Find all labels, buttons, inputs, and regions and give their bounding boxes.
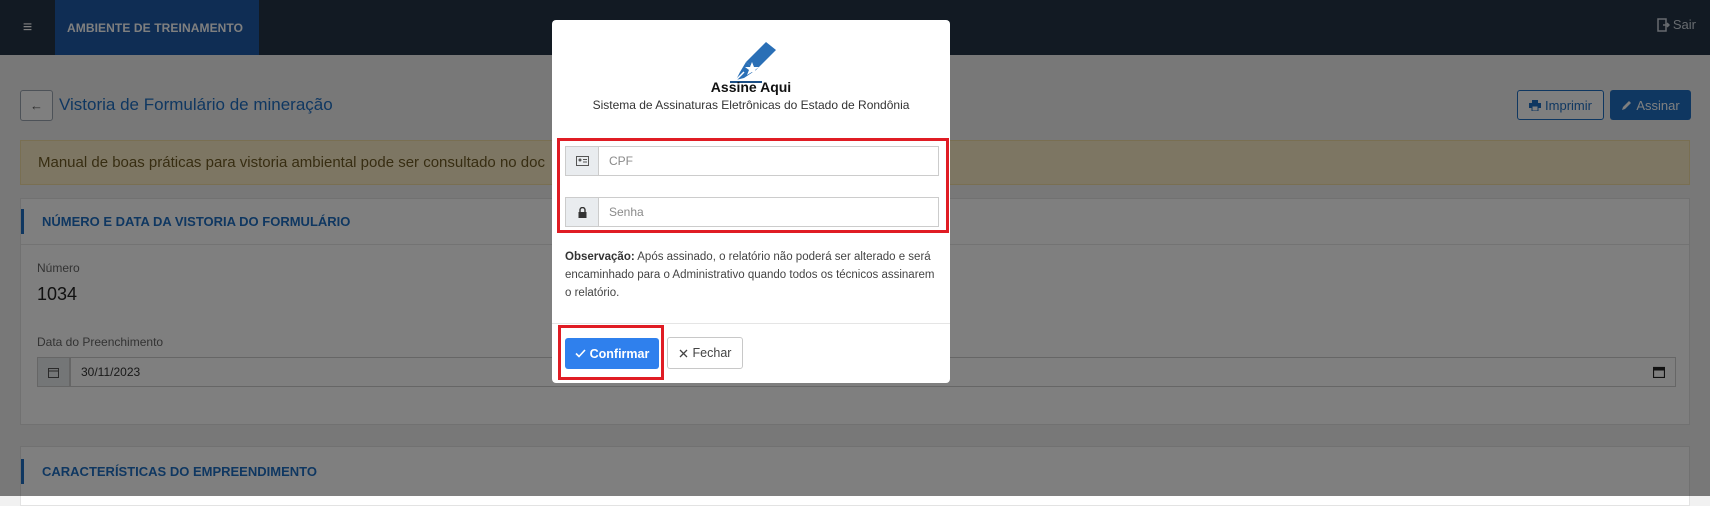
cpf-field[interactable] <box>565 146 939 176</box>
close-button[interactable]: Fechar <box>667 337 743 369</box>
lock-icon <box>566 198 599 226</box>
brand-name: Assine Aqui <box>710 79 792 95</box>
id-card-icon <box>566 147 599 175</box>
check-icon <box>575 349 586 358</box>
password-input[interactable] <box>599 198 938 226</box>
divider <box>552 323 950 324</box>
confirm-label: Confirmar <box>589 346 650 361</box>
confirm-button[interactable]: Confirmar <box>565 338 659 369</box>
close-label: Fechar <box>692 346 732 360</box>
observation-note: Observação: Após assinado, o relatório n… <box>565 248 935 302</box>
signature-modal: Assine Aqui Sistema de Assinaturas Eletr… <box>552 20 950 383</box>
password-field[interactable] <box>565 197 939 227</box>
note-label: Observação: <box>565 251 635 263</box>
cpf-input[interactable] <box>599 147 938 175</box>
pen-logo-icon <box>730 42 776 83</box>
close-icon <box>679 349 688 357</box>
brand-subtitle: Sistema de Assinaturas Eletrônicas do Es… <box>592 98 910 112</box>
